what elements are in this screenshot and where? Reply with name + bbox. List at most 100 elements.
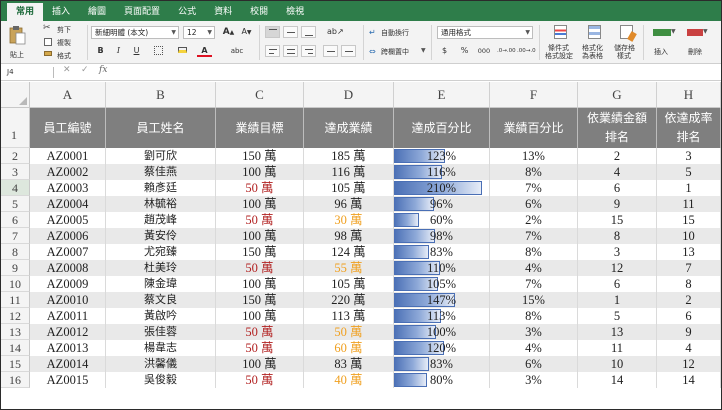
copy-button[interactable]: 複製 xyxy=(43,37,83,48)
cell-c8[interactable]: 150 萬 xyxy=(216,244,304,260)
column-header-a[interactable]: A xyxy=(30,82,106,108)
paste-button[interactable]: 貼上 xyxy=(7,23,27,61)
cell-e6[interactable]: 60% xyxy=(394,212,490,228)
cell-b9[interactable]: 杜美玲 xyxy=(106,260,216,276)
cell-h15[interactable]: 12 xyxy=(657,356,721,372)
align-center-button[interactable] xyxy=(283,45,298,57)
cell-h8[interactable]: 13 xyxy=(657,244,721,260)
table-header-cell[interactable]: 依業績金額 排名 xyxy=(578,108,657,148)
wrap-text-button[interactable]: ↵ 自動換行 xyxy=(369,26,429,39)
cell-e14[interactable]: 120% xyxy=(394,340,490,356)
cell-a13[interactable]: AZ0012 xyxy=(30,324,106,340)
cell-c4[interactable]: 50 萬 xyxy=(216,180,304,196)
tab-review[interactable]: 校閱 xyxy=(241,3,277,21)
cell-d16[interactable]: 40 萬 xyxy=(304,372,394,388)
table-header-cell[interactable]: 員工姓名 xyxy=(106,108,216,148)
cell-d6[interactable]: 30 萬 xyxy=(304,212,394,228)
cancel-icon[interactable]: ✕ xyxy=(63,65,71,75)
cell-f8[interactable]: 8% xyxy=(490,244,578,260)
cell-d2[interactable]: 185 萬 xyxy=(304,148,394,164)
cell-b2[interactable]: 劉可欣 xyxy=(106,148,216,164)
column-header-c[interactable]: C xyxy=(216,82,304,108)
table-header-cell[interactable]: 員工編號 xyxy=(30,108,106,148)
cell-f7[interactable]: 7% xyxy=(490,228,578,244)
cell-e12[interactable]: 113% xyxy=(394,308,490,324)
cell-d13[interactable]: 50 萬 xyxy=(304,324,394,340)
align-middle-button[interactable] xyxy=(283,26,298,38)
cell-b4[interactable]: 賴彥廷 xyxy=(106,180,216,196)
tab-insert[interactable]: 插入 xyxy=(43,3,79,21)
cell-f11[interactable]: 15% xyxy=(490,292,578,308)
comma-button[interactable]: 000 xyxy=(475,45,493,57)
cell-f9[interactable]: 4% xyxy=(490,260,578,276)
cell-g7[interactable]: 8 xyxy=(578,228,657,244)
cell-f5[interactable]: 6% xyxy=(490,196,578,212)
cell-b14[interactable]: 楊韋志 xyxy=(106,340,216,356)
cell-d4[interactable]: 105 萬 xyxy=(304,180,394,196)
format-as-table-button[interactable]: 格式化 為表格 xyxy=(579,23,609,63)
cell-d11[interactable]: 220 萬 xyxy=(304,292,394,308)
currency-button[interactable]: $ xyxy=(437,45,452,57)
format-painter-button[interactable]: 格式 xyxy=(43,50,83,61)
cell-f13[interactable]: 3% xyxy=(490,324,578,340)
orientation-button[interactable]: ab↗ xyxy=(327,26,344,38)
cell-e4[interactable]: 210% xyxy=(394,180,490,196)
cell-a11[interactable]: AZ0010 xyxy=(30,292,106,308)
cell-c14[interactable]: 50 萬 xyxy=(216,340,304,356)
column-header-h[interactable]: H xyxy=(657,82,721,108)
cell-e2[interactable]: 123% xyxy=(394,148,490,164)
tab-page-layout[interactable]: 頁面配置 xyxy=(115,3,169,21)
cell-b3[interactable]: 蔡佳燕 xyxy=(106,164,216,180)
table-header-cell[interactable]: 達成業績 xyxy=(304,108,394,148)
row-header-2[interactable]: 2 xyxy=(1,148,30,164)
align-bottom-button[interactable] xyxy=(301,26,316,38)
cell-h7[interactable]: 10 xyxy=(657,228,721,244)
cell-h5[interactable]: 11 xyxy=(657,196,721,212)
table-header-cell[interactable]: 達成百分比 xyxy=(394,108,490,148)
align-top-button[interactable] xyxy=(265,26,280,38)
row-header-12[interactable]: 12 xyxy=(1,308,30,324)
cell-e15[interactable]: 83% xyxy=(394,356,490,372)
cell-h12[interactable]: 6 xyxy=(657,308,721,324)
cell-d14[interactable]: 60 萬 xyxy=(304,340,394,356)
cell-e5[interactable]: 96% xyxy=(394,196,490,212)
column-header-b[interactable]: B xyxy=(106,82,216,108)
cell-g3[interactable]: 4 xyxy=(578,164,657,180)
cell-h11[interactable]: 2 xyxy=(657,292,721,308)
cell-b16[interactable]: 吳俊毅 xyxy=(106,372,216,388)
cell-d3[interactable]: 116 萬 xyxy=(304,164,394,180)
tab-data[interactable]: 資料 xyxy=(205,3,241,21)
underline-button[interactable]: U xyxy=(129,45,144,57)
cell-b5[interactable]: 林毓裕 xyxy=(106,196,216,212)
row-header-10[interactable]: 10 xyxy=(1,276,30,292)
delete-cells-button[interactable]: ▼ 刪除 xyxy=(681,23,711,63)
decrease-indent-button[interactable] xyxy=(323,45,338,57)
cell-g10[interactable]: 6 xyxy=(578,276,657,292)
cell-g4[interactable]: 6 xyxy=(578,180,657,196)
row-header-8[interactable]: 8 xyxy=(1,244,30,260)
cell-e10[interactable]: 105% xyxy=(394,276,490,292)
tab-home[interactable]: 常用 xyxy=(7,3,44,21)
table-header-cell[interactable]: 依達成率 排名 xyxy=(657,108,721,148)
column-header-f[interactable]: F xyxy=(490,82,578,108)
align-left-button[interactable] xyxy=(265,45,280,57)
cell-a2[interactable]: AZ0001 xyxy=(30,148,106,164)
cell-h2[interactable]: 3 xyxy=(657,148,721,164)
cell-h9[interactable]: 7 xyxy=(657,260,721,276)
cell-c2[interactable]: 150 萬 xyxy=(216,148,304,164)
cell-g2[interactable]: 2 xyxy=(578,148,657,164)
cell-styles-button[interactable]: 儲存格 樣式 xyxy=(611,23,641,63)
cell-b15[interactable]: 洪馨儀 xyxy=(106,356,216,372)
cell-d7[interactable]: 98 萬 xyxy=(304,228,394,244)
cell-g8[interactable]: 3 xyxy=(578,244,657,260)
cell-f12[interactable]: 8% xyxy=(490,308,578,324)
row-header-6[interactable]: 6 xyxy=(1,212,30,228)
cell-d12[interactable]: 113 萬 xyxy=(304,308,394,324)
cell-h13[interactable]: 9 xyxy=(657,324,721,340)
cell-f3[interactable]: 8% xyxy=(490,164,578,180)
table-header-cell[interactable]: 業績目標 xyxy=(216,108,304,148)
worksheet-grid[interactable]: A B C D E F G H 1 員工編號 員工姓名 業績目標 達成業績 達成百分比 業績百分比 依業績金額… xyxy=(1,82,721,409)
cell-c5[interactable]: 100 萬 xyxy=(216,196,304,212)
select-all-button[interactable] xyxy=(1,82,30,108)
tab-view[interactable]: 檢視 xyxy=(277,3,313,21)
